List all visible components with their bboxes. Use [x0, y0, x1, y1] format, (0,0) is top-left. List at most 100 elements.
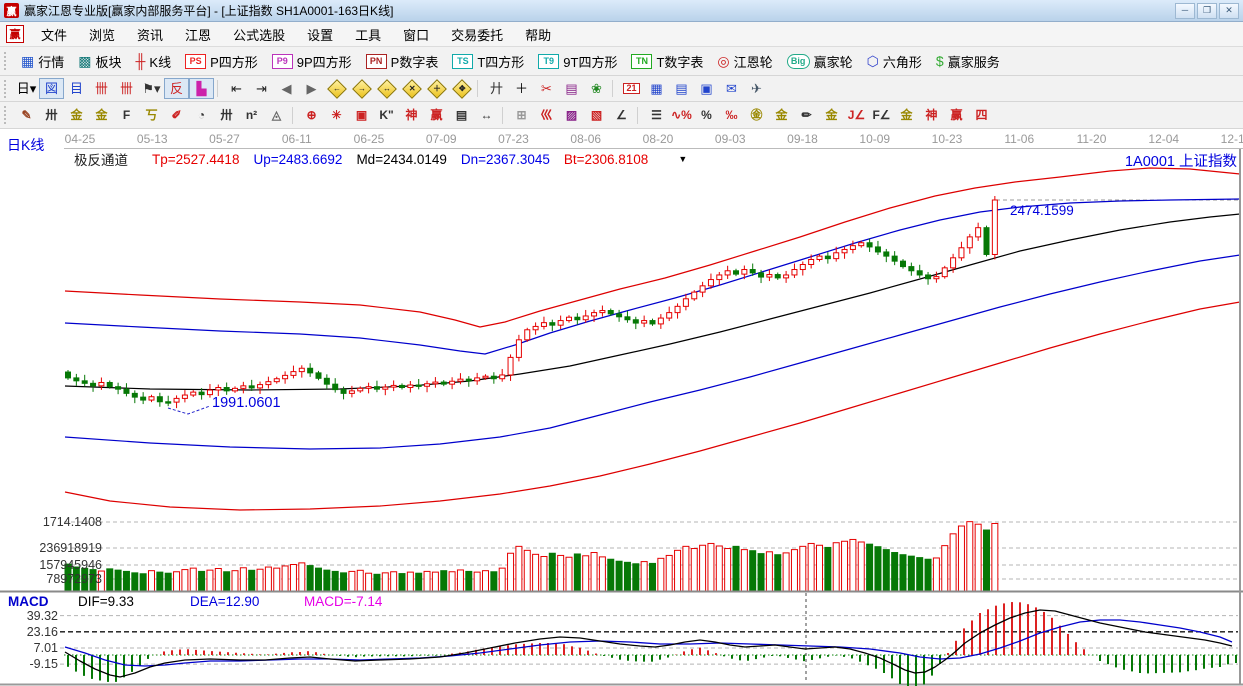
menu-item[interactable]: 设置 [296, 23, 344, 46]
pen-tool-button[interactable]: ✎ [14, 104, 39, 126]
ying-angle-tool-button[interactable]: 赢 [944, 104, 969, 126]
draw-style-button[interactable]: ▤ [559, 78, 584, 99]
gold-3-tool-button[interactable]: 金 [769, 104, 794, 126]
menu-item[interactable]: 资讯 [126, 23, 174, 46]
nine-t-square-button[interactable]: T9 9T四方形 [531, 49, 624, 74]
winner-service-button[interactable]: $ 赢家服务 [929, 49, 1007, 74]
prev-button[interactable]: ◀ [274, 78, 299, 99]
nine-p-square-button[interactable]: P9 9P四方形 [265, 49, 359, 74]
menu-item[interactable]: 文件 [30, 23, 78, 46]
ying-tool-button[interactable]: 赢 [424, 104, 449, 126]
window-tool-button[interactable]: ⊞ [509, 104, 534, 126]
menu-item[interactable]: 江恩 [174, 23, 222, 46]
notepad-button[interactable]: ▤ [669, 78, 694, 99]
pattern-9-button[interactable]: 卌 [114, 78, 139, 99]
full-view-button[interactable]: ✥ [449, 78, 474, 99]
pattern-3-button[interactable]: 卌 [89, 78, 114, 99]
calculator-button[interactable]: ▦ [644, 78, 669, 99]
gann-wheel-button[interactable]: ◎ 江恩轮 [710, 49, 779, 74]
maximize-button[interactable]: ❐ [1197, 3, 1217, 19]
toolbar-button[interactable] [612, 80, 616, 97]
shen-tool-button[interactable]: 神 [399, 104, 424, 126]
close-button[interactable]: ✕ [1219, 3, 1239, 19]
span-tool-button[interactable]: ↔ [474, 104, 499, 126]
delete-line-button[interactable]: ✂ [534, 78, 559, 99]
drag-hand-button[interactable]: 廾 [484, 78, 509, 99]
time-cycle-tool-button[interactable]: ◔ [189, 104, 214, 126]
first-page-button[interactable]: ⇤ [224, 78, 249, 99]
expand-x-button[interactable]: ↔ [374, 78, 399, 99]
gold-wave-tool-button[interactable]: 金 [819, 104, 844, 126]
grid-2-tool-button[interactable]: 卅 [214, 104, 239, 126]
menu-item[interactable]: 帮助 [514, 23, 562, 46]
ruler-tool-button[interactable]: ▤ [449, 104, 474, 126]
p-square-button[interactable]: PS P四方形 [178, 49, 265, 74]
hexagon-button[interactable]: ⬡ 六角形 [860, 49, 929, 74]
last-page-button[interactable]: ⇥ [249, 78, 274, 99]
menu-item[interactable]: 交易委托 [440, 23, 514, 46]
gann-grid-tool-button[interactable]: 卅 [39, 104, 64, 126]
brush-tool-button[interactable]: ✐ [164, 104, 189, 126]
angle-tool-button[interactable]: ◬ [264, 104, 289, 126]
gold-line-2-tool-button[interactable]: 金 [89, 104, 114, 126]
shen-angle-tool-button[interactable]: 神 [919, 104, 944, 126]
k-quote-tool-button[interactable]: K" [374, 104, 399, 126]
percent-wave-tool-button[interactable]: ∿% [669, 104, 694, 126]
export-button[interactable]: ✉ [719, 78, 744, 99]
gann-box-button[interactable]: 図 [39, 78, 64, 99]
sectors-button[interactable]: ▩ 板块 [71, 49, 128, 74]
compress-x-button[interactable]: ✕ [399, 78, 424, 99]
menu-item[interactable]: 公式选股 [222, 23, 296, 46]
red-grid-tool-button[interactable]: ▧ [584, 104, 609, 126]
menu-item[interactable]: 浏览 [78, 23, 126, 46]
purple-grid-tool-button[interactable]: ▨ [559, 104, 584, 126]
levels-tool-button[interactable]: ☰ [644, 104, 669, 126]
list-button[interactable]: 目 [64, 78, 89, 99]
compass-tool-button[interactable]: ⊕ [299, 104, 324, 126]
indicator-dropdown-arrow-icon[interactable]: ▼ [678, 154, 687, 164]
quotes-button[interactable]: ▦ 行情 [14, 49, 71, 74]
slope-tool-button[interactable]: ∠ [609, 104, 634, 126]
toolbar-button[interactable] [217, 80, 221, 97]
n2-tool-button[interactable]: n² [239, 104, 264, 126]
next-button[interactable]: ▶ [299, 78, 324, 99]
gold-circle-tool-button[interactable]: ㊎ [744, 104, 769, 126]
jifan-channel-button[interactable]: 反 [164, 78, 189, 99]
j-angle-tool-button[interactable]: J∠ [844, 104, 869, 126]
t-number-table-button[interactable]: TN T数字表 [624, 49, 710, 74]
menu-item[interactable]: 工具 [344, 23, 392, 46]
drawing-tool-button[interactable] [292, 107, 296, 124]
star-tool-button[interactable]: ✳ [324, 104, 349, 126]
flag-button[interactable]: ⚑▾ [139, 78, 164, 99]
four-angle-tool-button[interactable]: 四 [969, 104, 994, 126]
drawing-tool-button[interactable] [637, 107, 641, 124]
f-angle-tool-button[interactable]: F∠ [869, 104, 894, 126]
gold-angle-tool-button[interactable]: 金 [894, 104, 919, 126]
save-button[interactable]: ▣ [694, 78, 719, 99]
f-line-tool-button[interactable]: F [114, 104, 139, 126]
period-day-button[interactable]: 日▾ [14, 78, 39, 99]
t-square-button[interactable]: TS T四方形 [445, 49, 531, 74]
shift-left-button[interactable]: ← [324, 78, 349, 99]
calendar-21-button[interactable]: 21 [619, 78, 644, 99]
send-button[interactable]: ✈ [744, 78, 769, 99]
percent-tool-button[interactable]: % [694, 104, 719, 126]
drawing-tool-button[interactable] [502, 107, 506, 124]
permille-tool-button[interactable]: ‰ [719, 104, 744, 126]
menu-item[interactable]: 窗口 [392, 23, 440, 46]
pencil-tool-button[interactable]: ✏ [794, 104, 819, 126]
zoom-in-button[interactable]: ＋ [424, 78, 449, 99]
box-grid-tool-button[interactable]: ▣ [349, 104, 374, 126]
color-histogram-button[interactable]: ▙ [189, 78, 214, 99]
crosshair-button[interactable]: ＋ [509, 78, 534, 99]
toolbar-button[interactable] [477, 80, 481, 97]
spiral-tool-button[interactable]: 丂 [139, 104, 164, 126]
minimize-button[interactable]: ─ [1175, 3, 1195, 19]
shift-right-button[interactable]: → [349, 78, 374, 99]
mind-button[interactable]: ❀ [584, 78, 609, 99]
gold-line-1-tool-button[interactable]: 金 [64, 104, 89, 126]
fan-lines-tool-button[interactable]: 巛 [534, 104, 559, 126]
kline-button[interactable]: ╫ K线 [129, 49, 179, 74]
winner-wheel-button[interactable]: Big 赢家轮 [780, 49, 860, 74]
p-number-table-button[interactable]: PN P数字表 [359, 49, 446, 74]
